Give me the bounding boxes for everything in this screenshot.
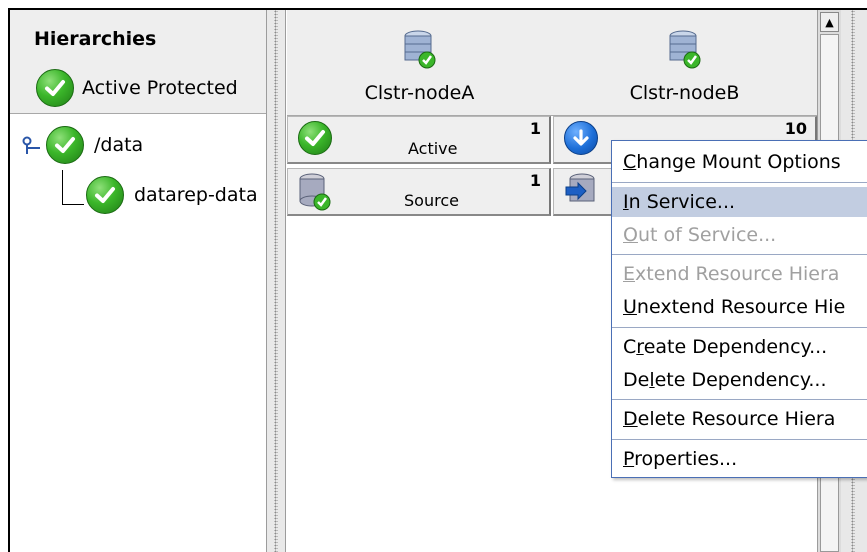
resource-cell-nodeA-data[interactable]: Active 1 — [287, 116, 551, 164]
check-icon — [86, 176, 124, 214]
standby-arrow-icon — [564, 121, 598, 155]
priority-number: 1 — [529, 171, 541, 190]
priority-number: 10 — [784, 119, 807, 138]
hierarchies-title: Hierarchies — [34, 28, 157, 50]
check-icon — [36, 69, 74, 107]
pane-splitter[interactable] — [266, 10, 286, 552]
menu-separator — [612, 439, 867, 440]
nodes-header: Clstr-nodeA Clstr-nodeB — [287, 10, 817, 116]
resource-state: Source — [404, 191, 459, 210]
tree-item-data[interactable]: /data — [20, 126, 143, 164]
status-summary: Active Protected — [36, 68, 238, 108]
menu-item-create-dependency[interactable]: Create Dependency... — [612, 332, 867, 362]
menu-item-delete-resource-hierarchy[interactable]: Delete Resource Hiera — [612, 404, 867, 434]
menu-item-delete-dependency[interactable]: Delete Dependency... — [612, 365, 867, 395]
menu-item-extend-resource-hierarchy: Extend Resource Hiera — [623, 263, 840, 285]
check-icon — [46, 126, 84, 164]
menu-separator — [612, 254, 867, 255]
hierarchies-pane: Hierarchies Active Protected /data datar… — [10, 10, 266, 552]
database-icon — [299, 173, 331, 211]
menu-separator — [612, 182, 867, 183]
tree-item-label: /data — [94, 134, 144, 156]
resource-cell-nodeA-datarep[interactable]: Source 1 — [287, 168, 551, 216]
database-target-icon — [565, 173, 595, 202]
node-column-b[interactable]: Clstr-nodeB — [552, 10, 817, 116]
menu-item-change-mount-options[interactable]: Change Mount Options — [612, 147, 867, 177]
node-column-a[interactable]: Clstr-nodeA — [287, 10, 552, 116]
tree-expand-icon[interactable] — [20, 134, 42, 156]
status-label: Active Protected — [82, 77, 238, 99]
tree-connector — [62, 204, 84, 205]
menu-item-properties[interactable]: Properties... — [612, 444, 867, 474]
node-name: Clstr-nodeA — [364, 82, 475, 104]
menu-separator — [612, 327, 867, 328]
check-icon — [298, 121, 332, 155]
tree-item-label: datarep-data — [134, 184, 258, 206]
menu-separator — [612, 399, 867, 400]
tree-connector — [62, 170, 63, 204]
scroll-up-icon[interactable]: ▲ — [820, 12, 839, 32]
server-icon — [669, 30, 701, 69]
resource-state: Active — [408, 139, 458, 158]
server-icon — [404, 30, 436, 69]
menu-item-in-service[interactable]: In Service... — [612, 187, 867, 217]
context-menu: Change Mount Options In Service... Out o… — [611, 140, 867, 478]
priority-number: 1 — [529, 119, 541, 138]
hierarchies-header: Hierarchies Active Protected — [10, 10, 266, 114]
menu-item-out-of-service: Out of Service... — [623, 224, 777, 246]
tree-item-datarep-data[interactable]: datarep-data — [86, 176, 258, 214]
menu-item-unextend-resource-hierarchy[interactable]: Unextend Resource Hie — [612, 292, 867, 322]
node-name: Clstr-nodeB — [629, 82, 740, 104]
